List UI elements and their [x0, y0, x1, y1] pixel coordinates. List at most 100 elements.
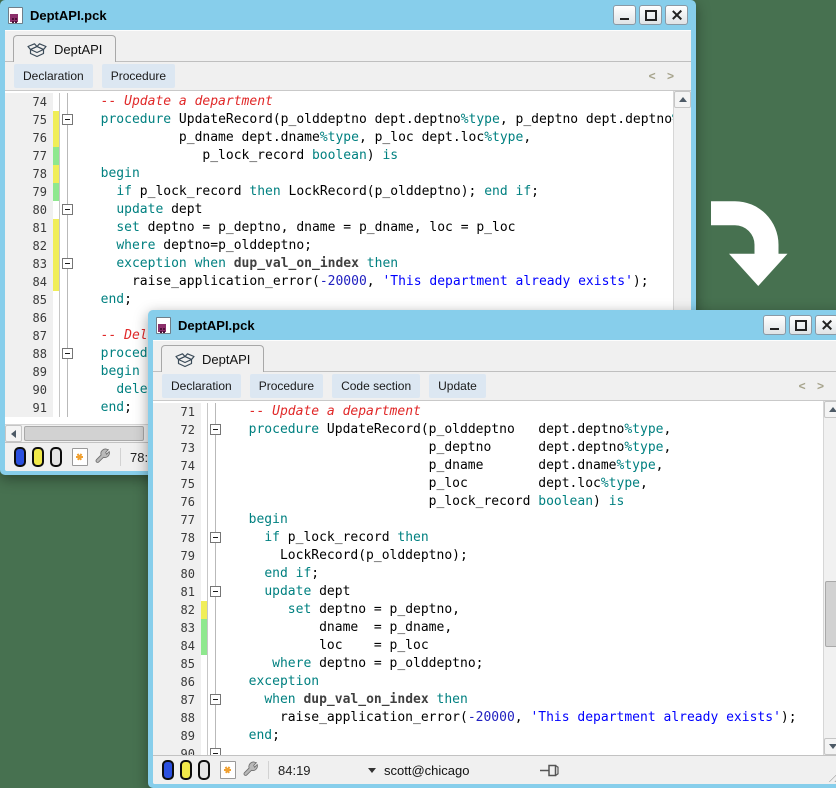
- fold-collapse-icon[interactable]: [62, 258, 73, 269]
- line-number: 81: [153, 583, 201, 601]
- nav-prev-icon[interactable]: <: [799, 379, 810, 393]
- change-marker: [53, 363, 60, 381]
- tab-code-section[interactable]: Code section: [332, 374, 420, 398]
- code-text: p_dname dept.dname%type,: [224, 457, 663, 475]
- code-line: 72 procedure UpdateRecord(p_olddeptno de…: [153, 421, 836, 439]
- package-icon: [175, 351, 195, 368]
- change-marker: [53, 111, 60, 129]
- line-number: 88: [5, 345, 53, 363]
- line-number: 86: [153, 673, 201, 691]
- scroll-up-button[interactable]: [674, 91, 691, 108]
- titlebar[interactable]: DeptAPI.pck: [153, 310, 836, 340]
- code-text: update dept: [76, 201, 202, 219]
- code-line: 77 begin: [153, 511, 836, 529]
- change-marker: [201, 457, 208, 475]
- wrench-icon[interactable]: [94, 447, 111, 467]
- line-number: 79: [153, 547, 201, 565]
- code-line: 71 -- Update a department: [153, 403, 836, 421]
- maximize-button[interactable]: [789, 315, 812, 335]
- section-toolbar: Declaration Procedure Code section Updat…: [153, 372, 836, 400]
- connection-selector[interactable]: scott@chicago: [368, 763, 469, 778]
- nav-prev-icon[interactable]: <: [649, 69, 660, 83]
- tab-deptapi[interactable]: DeptAPI: [161, 345, 264, 372]
- format-transform-arrow: [702, 189, 792, 299]
- code-text: where deptno=p_olddeptno;: [76, 237, 312, 255]
- fold-collapse-icon[interactable]: [210, 532, 221, 543]
- line-number: 80: [153, 565, 201, 583]
- code-editor[interactable]: 71 -- Update a department72 procedure Up…: [153, 400, 836, 755]
- line-number: 87: [5, 327, 53, 345]
- minimize-icon: [620, 18, 629, 20]
- code-text: exception: [224, 673, 319, 691]
- nav-next-icon[interactable]: >: [667, 69, 678, 83]
- line-number: 85: [5, 291, 53, 309]
- tab-procedure[interactable]: Procedure: [250, 374, 323, 398]
- fold-collapse-icon[interactable]: [62, 114, 73, 125]
- fold-gutter: [208, 727, 224, 745]
- scroll-up-button[interactable]: [824, 401, 836, 418]
- change-marker: [201, 475, 208, 493]
- fold-gutter: [208, 547, 224, 565]
- code-text: p_lock_record boolean) is: [224, 493, 624, 511]
- modified-file-icon: [72, 448, 88, 466]
- fold-gutter: [60, 165, 76, 183]
- wrench-icon[interactable]: [242, 760, 259, 780]
- code-line: 81 set deptno = p_deptno, dname = p_dnam…: [5, 219, 691, 237]
- code-line: 84 raise_application_error(-20000, 'This…: [5, 273, 691, 291]
- scroll-thumb[interactable]: [825, 581, 836, 647]
- resize-grip[interactable]: [826, 769, 836, 782]
- window-title: DeptAPI.pck: [178, 318, 255, 333]
- fold-collapse-icon[interactable]: [210, 586, 221, 597]
- fold-gutter: [208, 403, 224, 421]
- code-line: 90: [153, 745, 836, 755]
- change-marker: [201, 583, 208, 601]
- scroll-down-button[interactable]: [824, 738, 836, 755]
- code-line: 86 exception: [153, 673, 836, 691]
- titlebar[interactable]: DeptAPI.pck: [5, 0, 691, 30]
- maximize-icon: [645, 10, 657, 21]
- code-text: end;: [76, 399, 132, 417]
- minimize-button[interactable]: [763, 315, 786, 335]
- change-marker: [53, 345, 60, 363]
- fold-collapse-icon[interactable]: [210, 694, 221, 705]
- pin-icon[interactable]: [539, 763, 563, 778]
- scroll-thumb[interactable]: [24, 426, 144, 441]
- tab-deptapi[interactable]: DeptAPI: [13, 35, 116, 62]
- tab-update[interactable]: Update: [429, 374, 486, 398]
- code-line: 80 end if;: [153, 565, 836, 583]
- fold-collapse-icon[interactable]: [62, 348, 73, 359]
- change-marker: [201, 709, 208, 727]
- fold-collapse-icon[interactable]: [62, 204, 73, 215]
- close-button[interactable]: [665, 5, 688, 25]
- nav-next-icon[interactable]: >: [817, 379, 828, 393]
- code-line: 76 p_dname dept.dname%type, p_loc dept.l…: [5, 129, 691, 147]
- tab-declaration[interactable]: Declaration: [14, 64, 93, 88]
- scroll-left-button[interactable]: [5, 425, 22, 442]
- fold-gutter: [208, 583, 224, 601]
- code-text: begin: [76, 165, 140, 183]
- line-number: 79: [5, 183, 53, 201]
- line-number: 90: [5, 381, 53, 399]
- fold-collapse-icon[interactable]: [210, 424, 221, 435]
- code-line: 75 p_loc dept.loc%type,: [153, 475, 836, 493]
- window-client: DeptAPI Declaration Procedure Code secti…: [153, 340, 836, 784]
- minimize-button[interactable]: [613, 5, 636, 25]
- line-number: 77: [153, 511, 201, 529]
- change-marker: [53, 165, 60, 183]
- fold-gutter: [208, 475, 224, 493]
- close-button[interactable]: [815, 315, 836, 335]
- code-text: [224, 745, 233, 755]
- change-marker: [53, 255, 60, 273]
- vertical-scrollbar[interactable]: [823, 401, 836, 755]
- tab-declaration[interactable]: Declaration: [162, 374, 241, 398]
- change-marker: [53, 147, 60, 165]
- arrow-down-icon: [829, 744, 836, 749]
- line-number: 87: [153, 691, 201, 709]
- maximize-button[interactable]: [639, 5, 662, 25]
- chevron-down-icon: [368, 768, 376, 773]
- fold-collapse-icon[interactable]: [210, 748, 221, 755]
- fold-gutter: [60, 363, 76, 381]
- code-line: 88 raise_application_error(-20000, 'This…: [153, 709, 836, 727]
- tab-procedure[interactable]: Procedure: [102, 64, 175, 88]
- line-number: 85: [153, 655, 201, 673]
